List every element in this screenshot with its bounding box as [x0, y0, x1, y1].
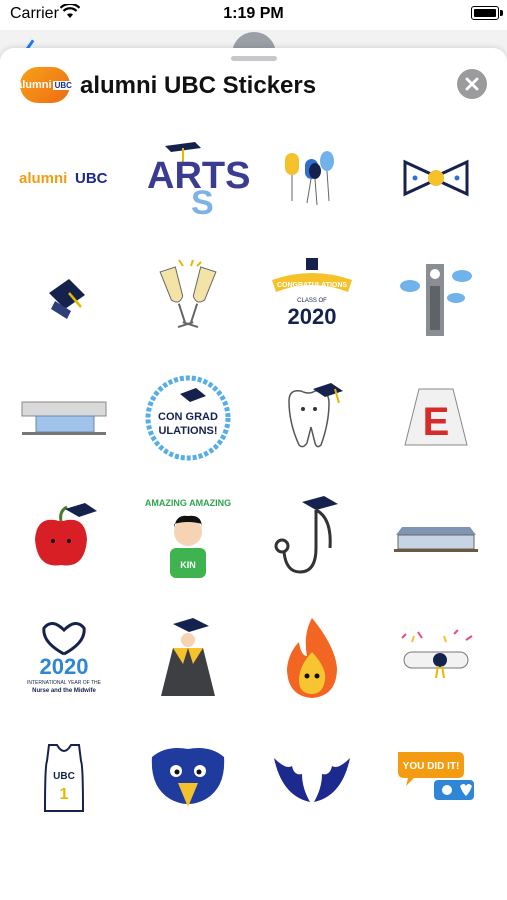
- sticker-congratulations-banner[interactable]: CONGRATULATIONS CLASS OF 2020: [256, 248, 368, 348]
- sticker-badge-line1: CON GRAD: [158, 411, 218, 423]
- sticker-balloons[interactable]: [256, 128, 368, 228]
- logo-text: alumni: [16, 79, 52, 91]
- sticker-amazing-kid[interactable]: AMAZING AMAZING KIN: [132, 488, 244, 588]
- sticker-bow-tie[interactable]: [380, 128, 492, 228]
- sticker-banner-text: CONGRATULATIONS: [277, 282, 347, 289]
- sticker-building-exterior[interactable]: [380, 488, 492, 588]
- close-icon: [465, 77, 479, 91]
- sticker-alumni-ubc-wordmark[interactable]: alumni UBC: [8, 128, 120, 228]
- sticker-text-alumni: alumni: [19, 170, 67, 187]
- sticker-year: 2020: [288, 304, 337, 329]
- sticker-text-ubc: UBC: [75, 170, 108, 187]
- sticker-graduation-cap[interactable]: [8, 248, 120, 348]
- battery-icon: [471, 6, 503, 20]
- status-bar: Carrier 1:19 PM: [0, 0, 507, 30]
- sticker-campus-building[interactable]: [8, 368, 120, 468]
- sticker-you-did-it-text: YOU DID IT!: [403, 761, 460, 772]
- sticker-champagne-toast[interactable]: [132, 248, 244, 348]
- sticker-clock-tower[interactable]: [380, 248, 492, 348]
- sticker-you-did-it-bubbles[interactable]: YOU DID IT!: [380, 728, 492, 828]
- sticker-diploma-scroll[interactable]: [380, 608, 492, 708]
- sticker-graduation-gown[interactable]: [132, 608, 244, 708]
- sheet-grabber[interactable]: [231, 56, 277, 61]
- alumni-ubc-logo: alumni UBC: [16, 67, 74, 103]
- page-title: alumni UBC Stickers: [80, 72, 317, 99]
- sticker-fire-mascot[interactable]: [256, 608, 368, 708]
- logo-badge: UBC: [52, 80, 74, 90]
- sticker-nurse-line2: Nurse and the Midwife: [32, 688, 96, 694]
- sticker-tooth-with-cap[interactable]: [256, 368, 368, 468]
- sticker-apple-with-cap[interactable]: [8, 488, 120, 588]
- sticker-nurse-line1: INTERNATIONAL YEAR OF THE: [27, 680, 102, 686]
- sticker-congratulations-badge[interactable]: CON GRAD ULATIONS!: [132, 368, 244, 468]
- sticker-e-sign[interactable]: E: [380, 368, 492, 468]
- sticker-nurse-2020-heart[interactable]: 2020 INTERNATIONAL YEAR OF THE Nurse and…: [8, 608, 120, 708]
- sticker-e-letter: E: [423, 400, 450, 444]
- sticker-wings[interactable]: [256, 728, 368, 828]
- sticker-arts-letters[interactable]: ARTS S: [132, 128, 250, 228]
- sticker-nurse-year: 2020: [40, 654, 89, 679]
- svg-text:S: S: [191, 184, 214, 222]
- close-button[interactable]: [457, 69, 487, 99]
- clock-time: 1:19 PM: [223, 5, 284, 22]
- sticker-badge-line2: ULATIONS!: [158, 425, 217, 437]
- sticker-sheet: alumni UBC alumni UBC Stickers alumni UB…: [0, 48, 507, 900]
- sticker-jersey-text: UBC: [53, 771, 75, 782]
- sticker-jersey-number: 1: [60, 786, 69, 803]
- sticker-thunderbird-mascot[interactable]: [132, 728, 244, 828]
- sticker-stethoscope[interactable]: [256, 488, 368, 588]
- sticker-kin-text: KIN: [180, 560, 196, 570]
- sticker-amazing-caption: AMAZING AMAZING: [145, 498, 231, 508]
- sheet-header: alumni UBC alumni UBC Stickers: [0, 63, 507, 109]
- sticker-ubc-jersey[interactable]: UBC 1: [8, 728, 120, 828]
